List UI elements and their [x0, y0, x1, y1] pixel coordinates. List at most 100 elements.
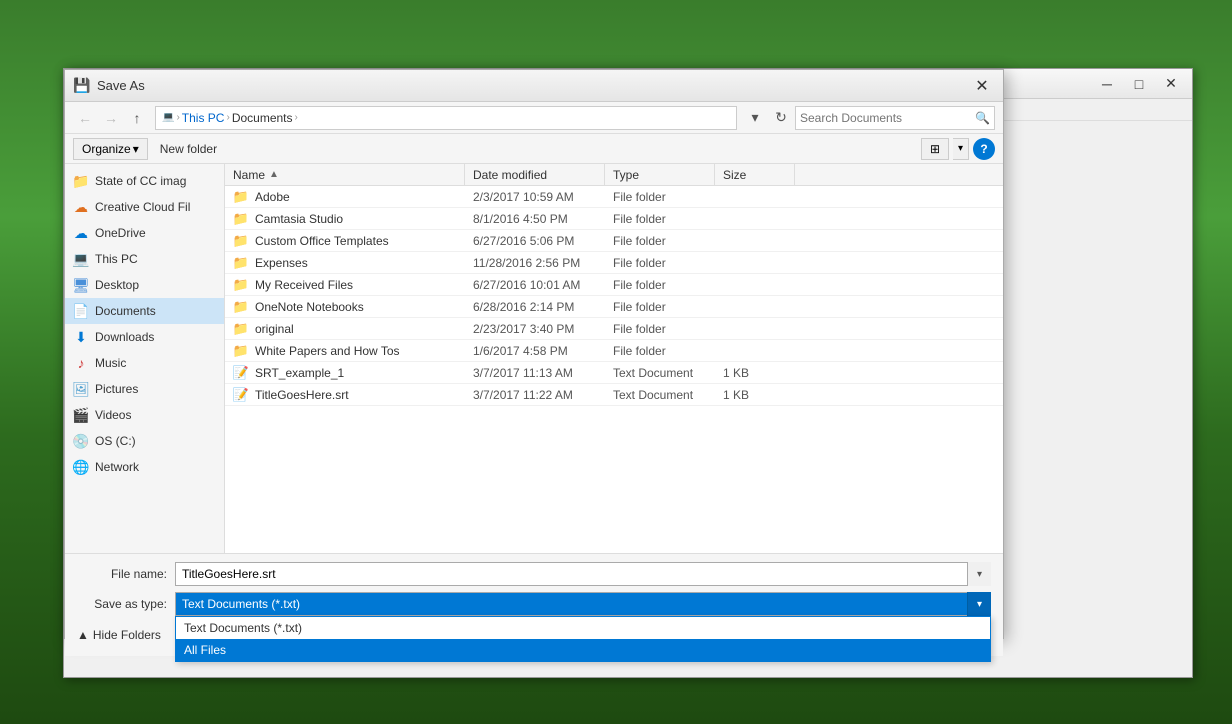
file-list-header: Name ▲ Date modified Type Size [225, 164, 1003, 186]
savetype-option-txt[interactable]: Text Documents (*.txt) [176, 617, 990, 639]
file-size-cell [715, 340, 795, 361]
file-name: Expenses [255, 256, 308, 270]
table-row[interactable]: 📁 Adobe 2/3/2017 10:59 AM File folder [225, 186, 1003, 208]
table-row[interactable]: 📝 TitleGoesHere.srt 3/7/2017 11:22 AM Te… [225, 384, 1003, 406]
col-header-name[interactable]: Name ▲ [225, 164, 465, 185]
file-icon: 📁 [233, 300, 249, 314]
file-icon: 📁 [233, 190, 249, 204]
file-name-cell: 📁 White Papers and How Tos [225, 340, 465, 361]
breadcrumb-thispc[interactable]: This PC [182, 111, 225, 125]
breadcrumb-dropdown-button[interactable]: ▾ [743, 106, 767, 130]
table-row[interactable]: 📁 Custom Office Templates 6/27/2016 5:06… [225, 230, 1003, 252]
dialog-content: 📁 State of CC imag ☁ Creative Cloud Fil … [65, 164, 1003, 554]
dialog-close-button[interactable]: ✕ [969, 75, 995, 97]
sidebar-label-thispc: This PC [95, 252, 138, 266]
file-name-cell: 📁 Camtasia Studio [225, 208, 465, 229]
sidebar-item-downloads[interactable]: ⬇ Downloads [65, 324, 224, 350]
table-row[interactable]: 📁 Expenses 11/28/2016 2:56 PM File folde… [225, 252, 1003, 274]
savetype-label: Save as type: [77, 597, 167, 611]
dialog-titlebar: 💾 Save As ✕ [65, 70, 1003, 102]
sidebar: 📁 State of CC imag ☁ Creative Cloud Fil … [65, 164, 225, 553]
hide-folders-label: Hide Folders [93, 628, 161, 642]
sidebar-item-state-of-cc[interactable]: 📁 State of CC imag [65, 168, 224, 194]
refresh-button[interactable]: ↻ [769, 106, 793, 130]
documents-icon: 📄 [73, 303, 89, 319]
sidebar-item-videos[interactable]: 🎬 Videos [65, 402, 224, 428]
savetype-dropdown-popup: Text Documents (*.txt) All Files [175, 616, 991, 662]
sidebar-item-desktop[interactable]: 🖥 Desktop [65, 272, 224, 298]
file-name: original [255, 322, 294, 336]
file-name-cell: 📁 Adobe [225, 186, 465, 207]
sidebar-item-pictures[interactable]: 🖼 Pictures [65, 376, 224, 402]
filename-input[interactable] [175, 562, 991, 586]
file-type-cell: Text Document [605, 362, 715, 383]
file-icon: 📁 [233, 322, 249, 336]
file-type-cell: File folder [605, 296, 715, 317]
file-name-cell: 📁 Custom Office Templates [225, 230, 465, 251]
file-size-cell [715, 274, 795, 295]
view-button[interactable]: ⊞ [921, 138, 949, 160]
sidebar-label-pictures: Pictures [95, 382, 138, 396]
file-name: Custom Office Templates [255, 234, 389, 248]
savetype-option-all[interactable]: All Files [176, 639, 990, 661]
hide-folders-button[interactable]: ▲ Hide Folders [77, 628, 161, 642]
file-icon: 📁 [233, 212, 249, 226]
table-row[interactable]: 📁 My Received Files 6/27/2016 10:01 AM F… [225, 274, 1003, 296]
table-row[interactable]: 📁 White Papers and How Tos 1/6/2017 4:58… [225, 340, 1003, 362]
sidebar-item-thispc[interactable]: 💻 This PC [65, 246, 224, 272]
sidebar-item-osc[interactable]: 💿 OS (C:) [65, 428, 224, 454]
file-icon: 📁 [233, 256, 249, 270]
sidebar-label-videos: Videos [95, 408, 131, 422]
col-header-size[interactable]: Size [715, 164, 795, 185]
back-button[interactable]: ← [73, 106, 97, 130]
sidebar-item-onedrive[interactable]: ☁ OneDrive [65, 220, 224, 246]
desktop-icon: 🖥 [73, 277, 89, 293]
file-date-cell: 8/1/2016 4:50 PM [465, 208, 605, 229]
organize-button[interactable]: Organize ▾ [73, 138, 148, 160]
breadcrumb-documents[interactable]: Documents [232, 111, 293, 125]
sidebar-item-documents[interactable]: 📄 Documents [65, 298, 224, 324]
table-row[interactable]: 📁 OneNote Notebooks 6/28/2016 2:14 PM Fi… [225, 296, 1003, 318]
save-as-dialog: 💾 Save As ✕ ← → ↑ 💻 › This PC › Document… [64, 69, 1004, 639]
file-type-cell: File folder [605, 340, 715, 361]
file-name-cell: 📝 SRT_example_1 [225, 362, 465, 383]
file-type-cell: File folder [605, 274, 715, 295]
file-size-cell [715, 230, 795, 251]
search-input[interactable] [800, 111, 975, 125]
cloud-icon: ☁ [73, 199, 89, 215]
file-date-cell: 6/27/2016 5:06 PM [465, 230, 605, 251]
new-folder-button[interactable]: New folder [152, 138, 225, 160]
notepad-window: N TitleGoesHere.srt - Notepad ─ □ ✕ File… [63, 68, 1193, 678]
sidebar-item-music[interactable]: ♪ Music [65, 350, 224, 376]
col-header-date[interactable]: Date modified [465, 164, 605, 185]
file-name-cell: 📁 Expenses [225, 252, 465, 273]
help-button[interactable]: ? [973, 138, 995, 160]
table-row[interactable]: 📁 Camtasia Studio 8/1/2016 4:50 PM File … [225, 208, 1003, 230]
network-icon: 🌐 [73, 459, 89, 475]
file-name: OneNote Notebooks [255, 300, 364, 314]
sidebar-item-network[interactable]: 🌐 Network [65, 454, 224, 480]
filename-label: File name: [77, 567, 167, 581]
file-date-cell: 2/3/2017 10:59 AM [465, 186, 605, 207]
breadcrumb-arrow3: › [295, 112, 298, 123]
dialog-title: Save As [97, 78, 969, 93]
file-date-cell: 1/6/2017 4:58 PM [465, 340, 605, 361]
forward-button[interactable]: → [99, 106, 123, 130]
table-row[interactable]: 📁 original 2/23/2017 3:40 PM File folder [225, 318, 1003, 340]
file-icon: 📁 [233, 234, 249, 248]
file-name-cell: 📁 original [225, 318, 465, 339]
dialog-overlay: 💾 Save As ✕ ← → ↑ 💻 › This PC › Document… [64, 69, 1192, 677]
sidebar-item-creative-cloud[interactable]: ☁ Creative Cloud Fil [65, 194, 224, 220]
col-header-type[interactable]: Type [605, 164, 715, 185]
file-icon: 📁 [233, 344, 249, 358]
up-button[interactable]: ↑ [125, 106, 149, 130]
dialog-bottom: File name: ▾ Save as type: ▾ [65, 554, 1003, 656]
file-name-cell: 📁 My Received Files [225, 274, 465, 295]
savetype-input[interactable] [175, 592, 991, 616]
sidebar-label-music: Music [95, 356, 126, 370]
table-row[interactable]: 📝 SRT_example_1 3/7/2017 11:13 AM Text D… [225, 362, 1003, 384]
view-dropdown-button[interactable]: ▾ [953, 138, 969, 160]
file-date-cell: 3/7/2017 11:22 AM [465, 384, 605, 405]
file-icon: 📁 [233, 278, 249, 292]
view-icon: ⊞ [930, 142, 940, 156]
